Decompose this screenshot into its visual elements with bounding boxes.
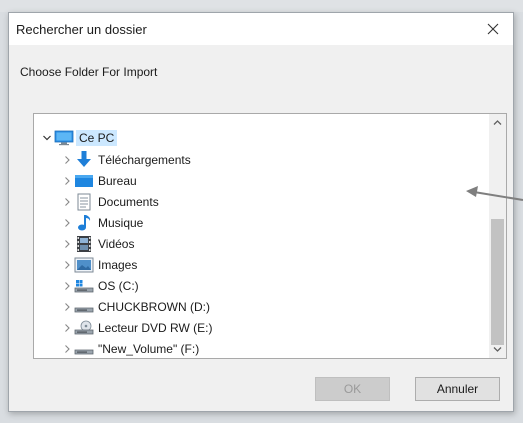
cancel-button[interactable]: Annuler [415, 377, 500, 401]
desktop-icon [74, 172, 94, 190]
folder-tree[interactable]: Ce PC Téléchargements Bureau Documents M… [33, 113, 507, 359]
chevron-right-icon[interactable] [60, 275, 74, 296]
music-note-icon [74, 214, 94, 232]
tree-item-label: "New_Volume" (F:) [98, 341, 200, 356]
chevron-right-icon[interactable] [60, 149, 74, 170]
tree-item-label: Lecteur DVD RW (E:) [98, 320, 213, 335]
tree-item-documents[interactable]: Documents [60, 191, 500, 212]
vertical-scrollbar[interactable] [489, 114, 506, 358]
tree-item-label: CHUCKBROWN (D:) [98, 299, 210, 314]
chevron-right-icon[interactable] [60, 191, 74, 212]
tree-item-label: OS (C:) [98, 278, 139, 293]
backdrop [0, 0, 523, 12]
tree-item-label: Bureau [98, 173, 137, 188]
download-arrow-icon [74, 150, 94, 169]
dialog-prompt: Choose Folder For Import [20, 65, 158, 79]
tree-item-label: Images [98, 257, 138, 272]
title-bar: Rechercher un dossier [9, 13, 513, 45]
tree-item-desktop[interactable]: Bureau [60, 170, 500, 191]
computer-icon [54, 129, 74, 147]
tree-item-downloads[interactable]: Téléchargements [60, 149, 500, 170]
drive-icon [74, 340, 94, 358]
tree-item-label: Ce PC [76, 129, 118, 146]
scroll-up-button[interactable] [489, 114, 506, 131]
tree-item-this-pc[interactable]: Ce PC [34, 127, 474, 148]
chevron-right-icon[interactable] [60, 296, 74, 317]
chevron-right-icon[interactable] [60, 338, 74, 358]
browse-folder-dialog: Rechercher un dossier Choose Folder For … [8, 12, 514, 412]
tree-item-label: Téléchargements [98, 152, 191, 167]
images-icon [74, 256, 94, 274]
tree-item-drive-c[interactable]: OS (C:) [60, 275, 500, 296]
tree-item-drive-e[interactable]: Lecteur DVD RW (E:) [60, 317, 500, 338]
windows-drive-icon [74, 277, 94, 295]
tree-item-images[interactable]: Images [60, 254, 500, 275]
tree-item-drive-f[interactable]: "New_Volume" (F:) [60, 338, 500, 358]
chevron-down-icon [493, 347, 502, 352]
ok-button[interactable]: OK [315, 377, 390, 401]
chevron-up-icon [493, 120, 502, 125]
chevron-down-icon[interactable] [40, 127, 54, 148]
tree-item-label: Documents [98, 194, 159, 209]
chevron-right-icon[interactable] [60, 170, 74, 191]
scroll-down-button[interactable] [489, 341, 506, 358]
tree-item-label: Vidéos [98, 236, 135, 251]
tree-item-videos[interactable]: Vidéos [60, 233, 500, 254]
close-icon [487, 23, 499, 35]
close-button[interactable] [481, 17, 505, 41]
scrollbar-thumb[interactable] [491, 219, 504, 345]
chevron-right-icon[interactable] [60, 212, 74, 233]
chevron-right-icon[interactable] [60, 233, 74, 254]
chevron-right-icon[interactable] [60, 317, 74, 338]
tree-item-drive-d[interactable]: CHUCKBROWN (D:) [60, 296, 500, 317]
tree-item-music[interactable]: Musique [60, 212, 500, 233]
documents-icon [74, 193, 94, 211]
tree-item-label: Musique [98, 215, 144, 230]
dialog-title: Rechercher un dossier [16, 22, 147, 37]
annotation-arrow-icon [466, 186, 523, 201]
chevron-right-icon[interactable] [60, 254, 74, 275]
drive-icon [74, 298, 94, 316]
video-icon [74, 235, 94, 253]
dvd-drive-icon [74, 319, 94, 337]
